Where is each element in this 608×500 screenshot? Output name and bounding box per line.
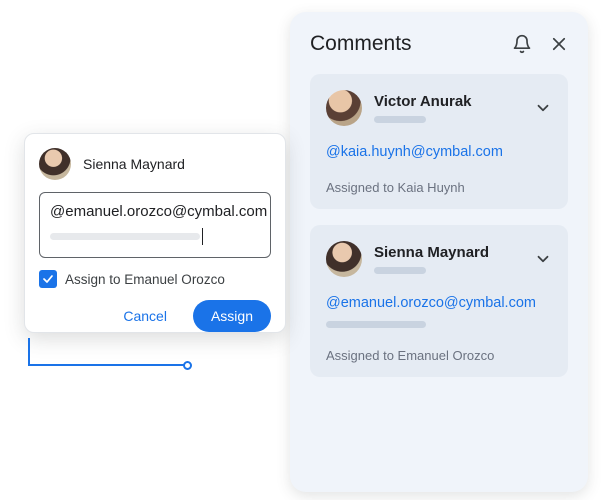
new-comment-header: Sienna Maynard bbox=[39, 148, 271, 180]
comment-timestamp-placeholder bbox=[374, 116, 426, 123]
assign-button[interactable]: Assign bbox=[193, 300, 271, 332]
comment-input[interactable]: @emanuel.orozco@cymbal.com bbox=[39, 192, 271, 258]
comment-assigned-to: Assigned to Emanuel Orozco bbox=[326, 348, 552, 363]
cancel-button[interactable]: Cancel bbox=[105, 300, 185, 332]
avatar bbox=[39, 148, 71, 180]
comment-author-name: Sienna Maynard bbox=[374, 244, 522, 261]
comment-header: Sienna Maynard bbox=[326, 241, 552, 277]
comment-author-col: Victor Anurak bbox=[374, 93, 522, 123]
selection-handle bbox=[183, 361, 192, 370]
comments-panel: Comments Victor Anurak @kaia.huynh@cymba… bbox=[290, 12, 588, 492]
comment-input-placeholder-line bbox=[50, 233, 200, 240]
comment-timestamp-placeholder bbox=[374, 267, 426, 274]
assign-checkbox-row[interactable]: Assign to Emanuel Orozco bbox=[39, 270, 271, 288]
close-icon[interactable] bbox=[550, 35, 568, 53]
comment-input-cursor-row bbox=[50, 228, 260, 245]
selection-outline bbox=[28, 338, 188, 366]
text-caret bbox=[202, 228, 203, 245]
chevron-down-icon[interactable] bbox=[534, 250, 552, 268]
avatar bbox=[326, 241, 362, 277]
avatar bbox=[326, 90, 362, 126]
new-comment-actions: Cancel Assign bbox=[39, 300, 271, 332]
comments-header-actions bbox=[512, 34, 568, 54]
assign-checkbox-label: Assign to Emanuel Orozco bbox=[65, 272, 225, 287]
new-comment-card: Sienna Maynard @emanuel.orozco@cymbal.co… bbox=[24, 133, 286, 333]
comment-thread[interactable]: Victor Anurak @kaia.huynh@cymbal.com Ass… bbox=[310, 74, 568, 209]
comment-body-placeholder bbox=[326, 321, 426, 328]
assign-checkbox[interactable] bbox=[39, 270, 57, 288]
comments-header: Comments bbox=[310, 32, 568, 56]
comment-mention[interactable]: @emanuel.orozco@cymbal.com bbox=[326, 295, 552, 311]
new-comment-author-name: Sienna Maynard bbox=[83, 156, 185, 172]
comment-header: Victor Anurak bbox=[326, 90, 552, 126]
comments-title: Comments bbox=[310, 32, 412, 56]
comment-author-name: Victor Anurak bbox=[374, 93, 522, 110]
comment-input-value: @emanuel.orozco@cymbal.com bbox=[50, 203, 260, 220]
chevron-down-icon[interactable] bbox=[534, 99, 552, 117]
comment-assigned-to: Assigned to Kaia Huynh bbox=[326, 180, 552, 195]
comment-thread[interactable]: Sienna Maynard @emanuel.orozco@cymbal.co… bbox=[310, 225, 568, 377]
comment-mention[interactable]: @kaia.huynh@cymbal.com bbox=[326, 144, 552, 160]
notifications-icon[interactable] bbox=[512, 34, 532, 54]
comment-author-col: Sienna Maynard bbox=[374, 244, 522, 274]
